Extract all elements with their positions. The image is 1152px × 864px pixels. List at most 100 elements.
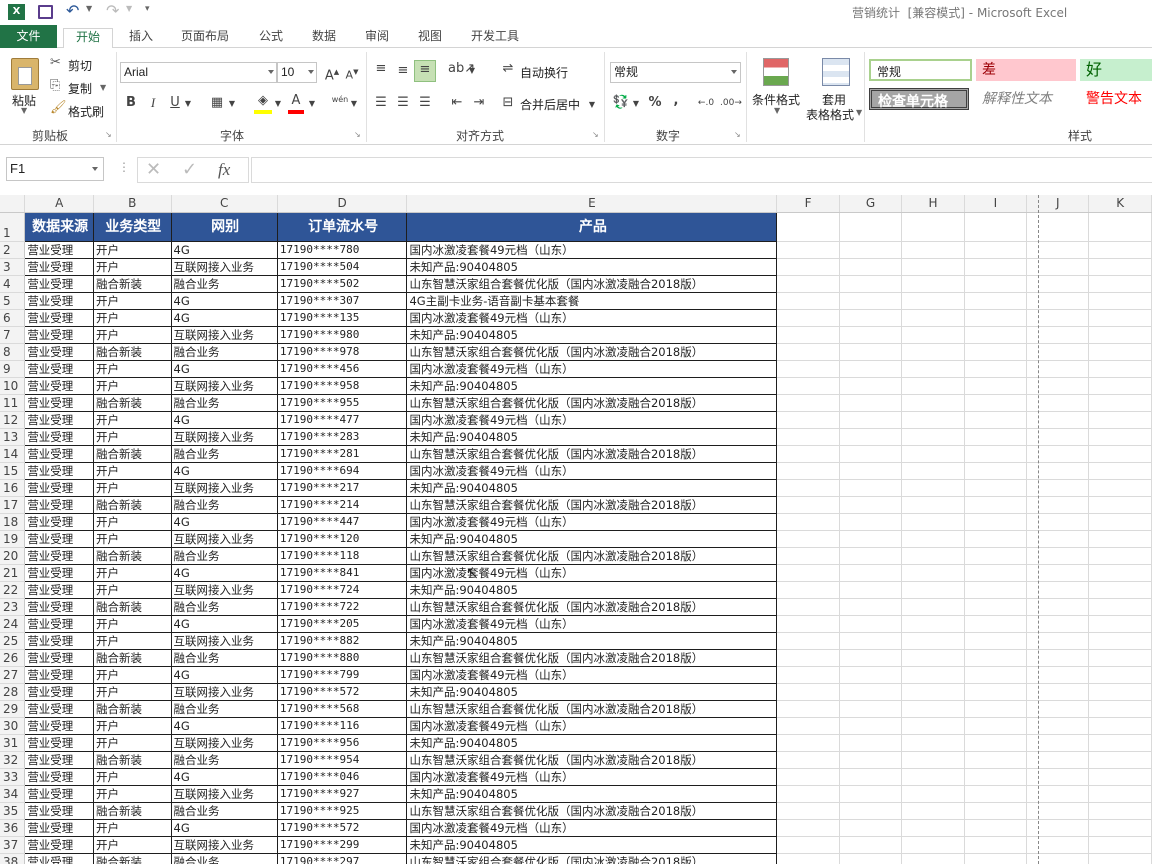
row-header[interactable]: 16 xyxy=(0,479,26,497)
data-cell[interactable]: 融合新装 xyxy=(93,495,172,514)
data-cell[interactable]: 融合业务 xyxy=(170,648,278,667)
data-cell[interactable]: 互联网接入业务 xyxy=(170,682,278,701)
data-cell[interactable]: 营业受理 xyxy=(24,325,95,344)
empty-cell[interactable] xyxy=(1088,734,1152,752)
row-header[interactable]: 33 xyxy=(0,768,26,786)
data-cell[interactable]: 开户 xyxy=(93,835,172,854)
tab-review[interactable]: 审阅 xyxy=(356,28,398,48)
empty-cell[interactable] xyxy=(901,802,965,820)
empty-cell[interactable] xyxy=(839,819,903,837)
data-cell[interactable]: 营业受理 xyxy=(24,852,95,864)
empty-cell[interactable] xyxy=(839,581,903,599)
empty-cell[interactable] xyxy=(1088,292,1152,310)
data-cell[interactable]: 4G xyxy=(170,359,278,378)
style-check-cell[interactable]: 检查单元格 xyxy=(869,88,969,110)
empty-cell[interactable] xyxy=(901,428,965,446)
empty-cell[interactable] xyxy=(839,360,903,378)
data-cell[interactable]: 营业受理 xyxy=(24,648,95,667)
empty-cell[interactable] xyxy=(839,241,903,259)
data-cell[interactable]: 17190****283 xyxy=(276,427,408,446)
data-cell[interactable]: 17190****118 xyxy=(276,546,408,565)
data-cell[interactable]: 营业受理 xyxy=(24,291,95,310)
empty-cell[interactable] xyxy=(839,666,903,684)
empty-cell[interactable] xyxy=(776,343,840,361)
empty-cell[interactable] xyxy=(901,343,965,361)
empty-cell[interactable] xyxy=(964,411,1028,429)
empty-cell[interactable] xyxy=(1088,632,1152,650)
data-cell[interactable]: 山东智慧沃家组合套餐优化版（国内冰激凌融合2018版） xyxy=(406,750,778,769)
empty-cell[interactable] xyxy=(901,836,965,854)
data-cell[interactable]: 山东智慧沃家组合套餐优化版（国内冰激凌融合2018版） xyxy=(406,342,778,361)
data-cell[interactable]: 17190****882 xyxy=(276,631,408,650)
italic-button[interactable]: I xyxy=(146,94,160,112)
data-cell[interactable]: 国内冰激凌套餐49元档（山东） xyxy=(406,818,778,837)
empty-cell[interactable] xyxy=(776,683,840,701)
data-cell[interactable]: 山东智慧沃家组合套餐优化版（国内冰激凌融合2018版） xyxy=(406,699,778,718)
column-header-c[interactable]: C xyxy=(171,195,278,213)
empty-cell[interactable] xyxy=(1088,479,1152,497)
formula-input[interactable] xyxy=(251,157,1152,183)
empty-cell[interactable] xyxy=(839,343,903,361)
data-cell[interactable]: 营业受理 xyxy=(24,376,95,395)
data-cell[interactable]: 营业受理 xyxy=(24,631,95,650)
empty-cell[interactable] xyxy=(776,445,840,463)
style-warning[interactable]: 警告文本 xyxy=(1080,88,1152,110)
fill-color-icon[interactable]: ◈ xyxy=(254,92,272,114)
empty-cell[interactable] xyxy=(901,615,965,633)
empty-cell[interactable] xyxy=(964,666,1028,684)
font-launcher-icon[interactable]: ↘ xyxy=(354,130,361,139)
empty-cell[interactable] xyxy=(776,212,840,242)
conditional-format-dropdown-icon[interactable]: ▼ xyxy=(774,106,780,115)
empty-cell[interactable] xyxy=(1088,751,1152,769)
data-cell[interactable]: 山东智慧沃家组合套餐优化版（国内冰激凌融合2018版） xyxy=(406,444,778,463)
data-cell[interactable]: 未知产品:90404805 xyxy=(406,427,778,446)
data-cell[interactable]: 互联网接入业务 xyxy=(170,427,278,446)
empty-cell[interactable] xyxy=(1088,445,1152,463)
empty-cell[interactable] xyxy=(776,496,840,514)
empty-cell[interactable] xyxy=(776,819,840,837)
data-cell[interactable]: 17190****214 xyxy=(276,495,408,514)
empty-cell[interactable] xyxy=(839,768,903,786)
empty-cell[interactable] xyxy=(776,598,840,616)
font-color-dropdown-icon[interactable]: ▼ xyxy=(308,95,316,113)
data-cell[interactable]: 营业受理 xyxy=(24,801,95,820)
format-painter-button[interactable]: 格式刷 xyxy=(68,103,104,120)
data-cell[interactable]: 17190****299 xyxy=(276,835,408,854)
row-header[interactable]: 24 xyxy=(0,615,26,633)
data-cell[interactable]: 山东智慧沃家组合套餐优化版（国内冰激凌融合2018版） xyxy=(406,495,778,514)
empty-cell[interactable] xyxy=(776,666,840,684)
data-cell[interactable]: 未知产品:90404805 xyxy=(406,784,778,803)
data-cell[interactable]: 互联网接入业务 xyxy=(170,376,278,395)
empty-cell[interactable] xyxy=(1026,700,1090,718)
undo-icon[interactable]: ↶ xyxy=(66,1,79,20)
data-cell[interactable]: 营业受理 xyxy=(24,835,95,854)
empty-cell[interactable] xyxy=(1088,428,1152,446)
empty-cell[interactable] xyxy=(776,564,840,582)
empty-cell[interactable] xyxy=(901,275,965,293)
increase-decimal-icon[interactable]: ←.0 xyxy=(696,94,716,112)
empty-cell[interactable] xyxy=(964,734,1028,752)
data-cell[interactable]: 融合新装 xyxy=(93,274,172,293)
decrease-indent-icon[interactable]: ⇤ xyxy=(448,94,466,112)
data-cell[interactable]: 营业受理 xyxy=(24,716,95,735)
empty-cell[interactable] xyxy=(776,581,840,599)
data-cell[interactable]: 开户 xyxy=(93,410,172,429)
empty-cell[interactable] xyxy=(1026,581,1090,599)
data-cell[interactable]: 国内冰激凌套餐49元档（山东） xyxy=(406,665,778,684)
column-header-f[interactable]: F xyxy=(776,195,840,213)
data-cell[interactable]: 互联网接入业务 xyxy=(170,478,278,497)
empty-cell[interactable] xyxy=(776,853,840,864)
data-cell[interactable]: 融合新装 xyxy=(93,699,172,718)
empty-cell[interactable] xyxy=(1026,768,1090,786)
empty-cell[interactable] xyxy=(1026,564,1090,582)
style-normal[interactable]: 常规 xyxy=(869,59,972,81)
empty-cell[interactable] xyxy=(901,530,965,548)
empty-cell[interactable] xyxy=(964,377,1028,395)
column-header-d[interactable]: D xyxy=(277,195,408,213)
data-cell[interactable]: 17190****281 xyxy=(276,444,408,463)
data-cell[interactable]: 营业受理 xyxy=(24,393,95,412)
empty-cell[interactable] xyxy=(776,411,840,429)
data-cell[interactable]: 融合业务 xyxy=(170,699,278,718)
data-cell[interactable]: 互联网接入业务 xyxy=(170,835,278,854)
empty-cell[interactable] xyxy=(776,768,840,786)
